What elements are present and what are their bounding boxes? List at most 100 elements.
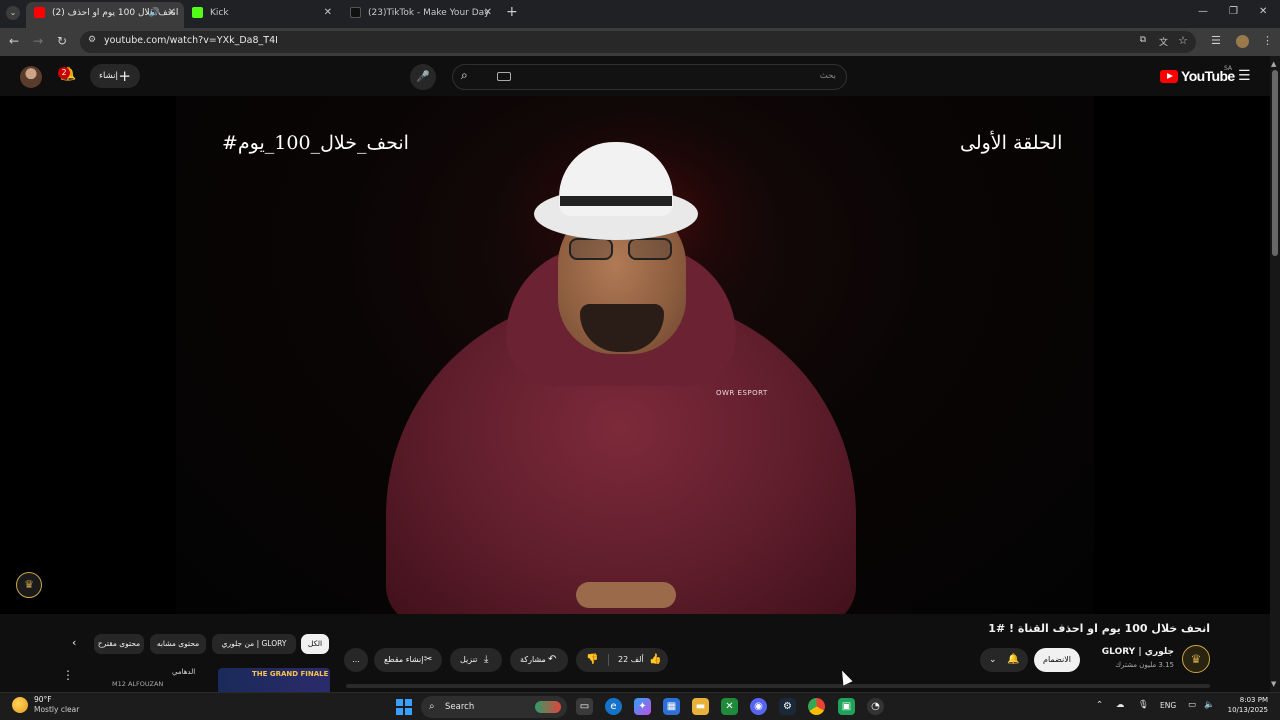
discord-icon[interactable]: ◉ (750, 698, 767, 715)
chip-suggested[interactable]: محتوى مقترح (94, 634, 144, 654)
chip-similar[interactable]: محتوى مشابه (150, 634, 206, 654)
search-placeholder: بحث (819, 71, 836, 81)
xbox-icon[interactable]: ✕ (721, 698, 738, 715)
scrollbar-thumb[interactable] (1272, 70, 1278, 256)
hamburger-menu-icon[interactable]: ☰ (1238, 68, 1251, 84)
bookmark-star-icon[interactable]: ☆ (1178, 34, 1188, 47)
chip-from-channel[interactable]: من جلوري | GLORY (212, 634, 296, 654)
chrome-menu-icon[interactable]: ⋮ (1262, 34, 1273, 47)
account-avatar[interactable] (20, 66, 42, 88)
youtube-play-icon (1160, 70, 1178, 83)
subscribed-button[interactable]: ⌄ 🔔 (980, 648, 1028, 672)
close-tab-icon[interactable]: ✕ (168, 2, 176, 24)
steam-icon[interactable]: ⚙ (779, 698, 796, 715)
channel-avatar[interactable]: ♛ (1182, 645, 1210, 673)
tab-kick[interactable]: Kick ✕ (184, 2, 340, 28)
url-text[interactable]: youtube.com/watch?v=YXk_Da8_T4I (104, 35, 278, 46)
translate-icon[interactable]: 文 (1159, 35, 1168, 48)
video-title: انحف خلال 100 يوم او احذف القناة ! #1 (988, 622, 1210, 635)
android-app-icon[interactable]: ▣ (838, 698, 855, 715)
close-window-icon[interactable]: ✕ (1259, 6, 1267, 17)
recommendation-menu-icon[interactable]: ⋮ (62, 668, 74, 682)
copilot-icon[interactable]: ✦ (634, 698, 651, 715)
clip-button[interactable]: إنشاء مقطع ✂ (374, 648, 442, 672)
share-button[interactable]: مشاركة ↶ (510, 648, 568, 672)
close-tab-icon[interactable]: ✕ (324, 2, 332, 24)
forward-icon[interactable]: → (33, 34, 43, 48)
like-icon[interactable]: 👍 (649, 648, 661, 672)
share-label: مشاركة (520, 655, 546, 664)
like-count[interactable]: 22 ألف (618, 648, 644, 672)
chrome-icon[interactable] (808, 698, 825, 715)
more-actions-button[interactable]: ... (344, 648, 368, 672)
taskbar-search[interactable]: ⌕ Search (421, 696, 567, 718)
channel-watermark-icon[interactable]: ♛ (16, 572, 42, 598)
reading-list-icon[interactable]: ☰ (1211, 34, 1221, 47)
store-icon[interactable]: ▦ (663, 698, 680, 715)
tab-search-icon[interactable]: ⌄ (6, 6, 20, 20)
tab-youtube[interactable]: (2) انحف خلال 100 يوم او احذف 🔊 ✕ (26, 2, 184, 28)
tab-title: (23)TikTok - Make Your Day (368, 8, 490, 18)
audio-icon[interactable]: 🔊 (149, 2, 160, 24)
microphone-icon[interactable]: 🎙 (1138, 700, 1149, 710)
chip-all[interactable]: الكل (301, 634, 329, 654)
search-icon: ⌕ (429, 701, 435, 712)
scroll-down-icon[interactable]: ▼ (1271, 680, 1276, 688)
windows-start-icon[interactable] (396, 699, 412, 715)
minimize-icon[interactable]: — (1198, 6, 1208, 17)
video-player[interactable]: #انحف_خلال_100_يوم الحلقة الأولى OWR ESP… (0, 96, 1270, 614)
taskbar-clock[interactable]: 8:03 PM 10/13/2025 (1222, 695, 1268, 715)
create-label: إنشاء (99, 71, 118, 81)
download-button[interactable]: تنزيل ⤓ (450, 648, 502, 672)
onedrive-icon[interactable]: ☁ (1116, 700, 1125, 710)
show-hidden-icons-icon[interactable]: ⌃ (1096, 700, 1103, 710)
chevron-down-icon: ⌄ (989, 655, 997, 665)
browser-toolbar: ← → ↻ ⚙ youtube.com/watch?v=YXk_Da8_T4I … (0, 28, 1280, 56)
new-tab-button[interactable]: + (506, 4, 518, 20)
join-button[interactable]: الانضمام (1034, 648, 1080, 672)
edge-icon[interactable]: e (605, 698, 622, 715)
video-overlay-hashtag: #انحف_خلال_100_يوم (222, 132, 409, 154)
language-indicator[interactable]: ENG (1160, 701, 1176, 710)
close-tab-icon[interactable]: ✕ (484, 2, 492, 24)
back-icon[interactable]: ← (9, 34, 19, 48)
weather-temperature[interactable]: 90°F (34, 695, 52, 704)
recording-app-icon[interactable]: ◔ (867, 698, 884, 715)
recommendation-channel: الدهامي (172, 668, 196, 676)
weather-icon[interactable] (12, 697, 28, 713)
channel-name[interactable]: جلوري | GLORY (1102, 647, 1174, 657)
hat-band (560, 196, 672, 206)
thumbnail-text: THE GRAND FINALE (252, 670, 329, 678)
network-icon[interactable]: ▭ (1188, 700, 1196, 710)
clock-date: 10/13/2025 (1227, 706, 1268, 714)
notification-badge: 2 (58, 67, 70, 79)
weather-description[interactable]: Mostly clear (34, 705, 79, 714)
reload-icon[interactable]: ↻ (57, 34, 67, 48)
maximize-icon[interactable]: ❐ (1229, 6, 1238, 17)
recommendation-thumbnail[interactable]: THE GRAND FINALE (218, 668, 330, 692)
chips-scroll-left-icon[interactable]: ‹ (72, 636, 76, 649)
address-bar[interactable]: ⚙ youtube.com/watch?v=YXk_Da8_T4I ⧉ 文 ☆ (80, 31, 1196, 53)
dislike-icon[interactable]: 👎 (586, 648, 598, 672)
volume-icon[interactable]: 🔈 (1204, 700, 1215, 710)
task-view-icon[interactable]: ▭ (576, 698, 593, 715)
voice-search-mic-icon[interactable]: 🎤 (410, 64, 436, 90)
scroll-up-icon[interactable]: ▲ (1271, 60, 1276, 68)
subscriber-count: 3.15 مليون مشترك (1115, 661, 1174, 669)
glasses-left (569, 238, 613, 260)
search-icon[interactable]: ⌕ (461, 68, 468, 83)
recommendation-subtitle: M12 ALFOUZAN (112, 680, 164, 688)
keyboard-icon[interactable] (497, 72, 511, 81)
browser-tab-strip: ⌄ (2) انحف خلال 100 يوم او احذف 🔊 ✕ Kick… (0, 0, 1280, 28)
file-explorer-icon[interactable]: ▬ (692, 698, 709, 715)
tiktok-favicon-icon (350, 7, 361, 18)
profile-avatar[interactable] (1236, 35, 1249, 48)
share-icon: ↶ (548, 654, 557, 665)
install-app-icon[interactable]: ⧉ (1140, 35, 1146, 45)
site-info-icon[interactable]: ⚙ (88, 35, 96, 45)
search-input[interactable]: ⌕ بحث (452, 64, 847, 90)
taskbar-search-label: Search (445, 702, 475, 712)
tab-tiktok[interactable]: (23)TikTok - Make Your Day ✕ (342, 2, 500, 28)
clip-label: إنشاء مقطع (384, 655, 424, 664)
create-button[interactable]: إنشاء + (90, 64, 140, 88)
